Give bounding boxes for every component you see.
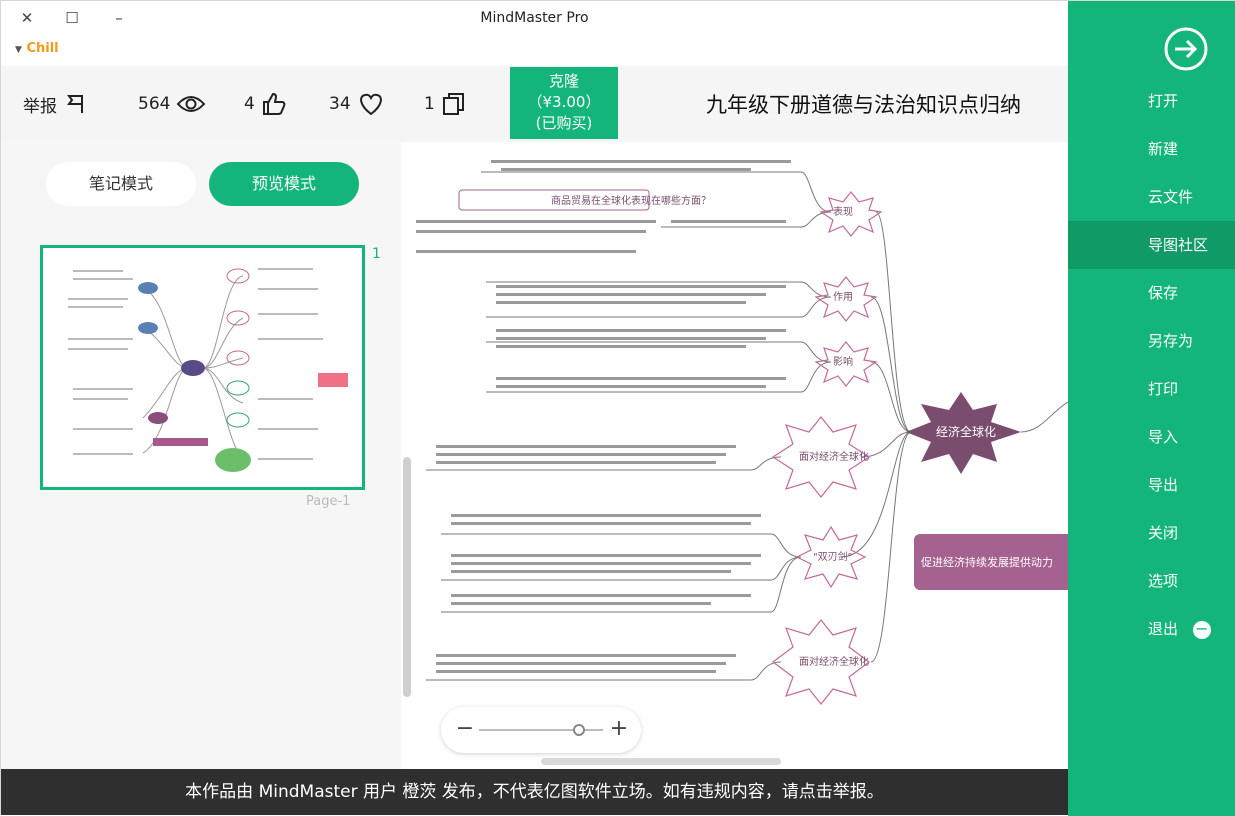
flag-icon [67, 95, 83, 113]
page-thumbnail[interactable] [40, 245, 365, 490]
menu-import[interactable]: 导入 [1068, 413, 1235, 461]
thumbs-value: 4 [244, 94, 255, 114]
menu-community[interactable]: 导图社区 [1068, 221, 1235, 269]
mindmap-diagram: 表现 作用 影响 面对经济全球化 "双刃剑" 面对经济全球化 商品贸易在全球化表… [416, 160, 1068, 705]
preview-mode-button[interactable]: 预览模式 [209, 162, 359, 206]
menu-new[interactable]: 新建 [1068, 125, 1235, 173]
menu-options[interactable]: 选项 [1068, 557, 1235, 605]
app-window: ✕ ☐ – MindMaster Pro ▼ Chill 举报 564 4 34… [0, 0, 1235, 816]
likes-button[interactable]: 34 [329, 91, 385, 117]
menu-cloud-files[interactable]: 云文件 [1068, 173, 1235, 221]
menu-export[interactable]: 导出 [1068, 461, 1235, 509]
note-mode-button[interactable]: 笔记模式 [46, 162, 196, 206]
svg-text:商品贸易在全球化表现在哪些方面？: 商品贸易在全球化表现在哪些方面？ [551, 194, 711, 207]
file-menu-sidebar: 打开 新建 云文件 导图社区 保存 另存为 打印 导入 导出 关闭 选项 退出 … [1068, 1, 1235, 816]
zoom-in-button[interactable]: + [607, 716, 631, 741]
thumbnail-preview [68, 268, 348, 472]
zoom-out-button[interactable]: − [453, 716, 477, 741]
document-title: 九年级下册道德与法治知识点归纳 [706, 93, 1021, 117]
svg-text:面对经济全球化: 面对经济全球化 [799, 655, 869, 668]
menu-exit[interactable]: 退出 − [1068, 605, 1235, 653]
account-menu[interactable]: ▼ Chill [15, 41, 59, 56]
account-name: Chill [26, 41, 59, 56]
exit-icon: − [1192, 620, 1211, 639]
thumbs-up-button[interactable]: 4 [244, 91, 287, 117]
heart-icon [359, 93, 382, 116]
copies-count: 1 [424, 91, 467, 117]
clone-status: (已购买) [535, 114, 593, 132]
central-node-label: 经济全球化 [936, 424, 996, 439]
svg-text:"双刃剑": "双刃剑" [813, 550, 852, 563]
menu-save-as[interactable]: 另存为 [1068, 317, 1235, 365]
document-header: 举报 564 4 34 1 克隆 （¥3.00） (已购买) 九年级下册道德与法… [1, 66, 1068, 142]
svg-text:面对经济全球化: 面对经济全球化 [799, 450, 869, 463]
page-label: Page-1 [306, 494, 351, 509]
window-title: MindMaster Pro [480, 10, 589, 26]
zoom-control: + − [441, 707, 641, 753]
svg-text:表现: 表现 [833, 205, 853, 218]
likes-value: 34 [329, 94, 351, 114]
page-panel: 笔记模式 预览模式 1 Page-1 [1, 142, 401, 769]
copies-value: 1 [424, 94, 435, 114]
mindmap-canvas[interactable]: 表现 作用 影响 面对经济全球化 "双刃剑" 面对经济全球化 商品贸易在全球化表… [401, 142, 1068, 769]
clone-button[interactable]: 克隆 （¥3.00） (已购买) [510, 67, 618, 139]
clone-price: （¥3.00） [527, 93, 601, 111]
title-bar: ✕ ☐ – MindMaster Pro [1, 1, 1068, 37]
horizontal-scrollbar[interactable] [541, 758, 781, 765]
exit-label: 退出 [1148, 620, 1179, 638]
menu-open[interactable]: 打开 [1068, 77, 1235, 125]
svg-text:作用: 作用 [833, 291, 853, 303]
menu-close[interactable]: 关闭 [1068, 509, 1235, 557]
svg-text:影响: 影响 [833, 355, 853, 368]
views-value: 564 [138, 94, 171, 114]
thumbs-up-icon [262, 92, 286, 115]
copy-icon [442, 93, 464, 115]
eye-icon [177, 96, 206, 112]
zoom-slider-handle[interactable] [573, 724, 585, 736]
views-count: 564 [138, 91, 206, 117]
report-label: 举报 [23, 96, 57, 117]
menu-print[interactable]: 打印 [1068, 365, 1235, 413]
report-button[interactable]: 举报 [23, 91, 87, 117]
chevron-down-icon: ▼ [15, 45, 22, 55]
clone-label: 克隆 [548, 72, 579, 90]
copyright-notice: 本作品由 MindMaster 用户 橙茨 发布，不代表亿图软件立场。如有违规内… [1, 769, 1068, 815]
back-arrow-icon[interactable] [1163, 26, 1209, 76]
page-number: 1 [372, 246, 381, 262]
menu-save[interactable]: 保存 [1068, 269, 1235, 317]
right-node-label: 促进经济持续发展提供动力 [921, 555, 1053, 569]
